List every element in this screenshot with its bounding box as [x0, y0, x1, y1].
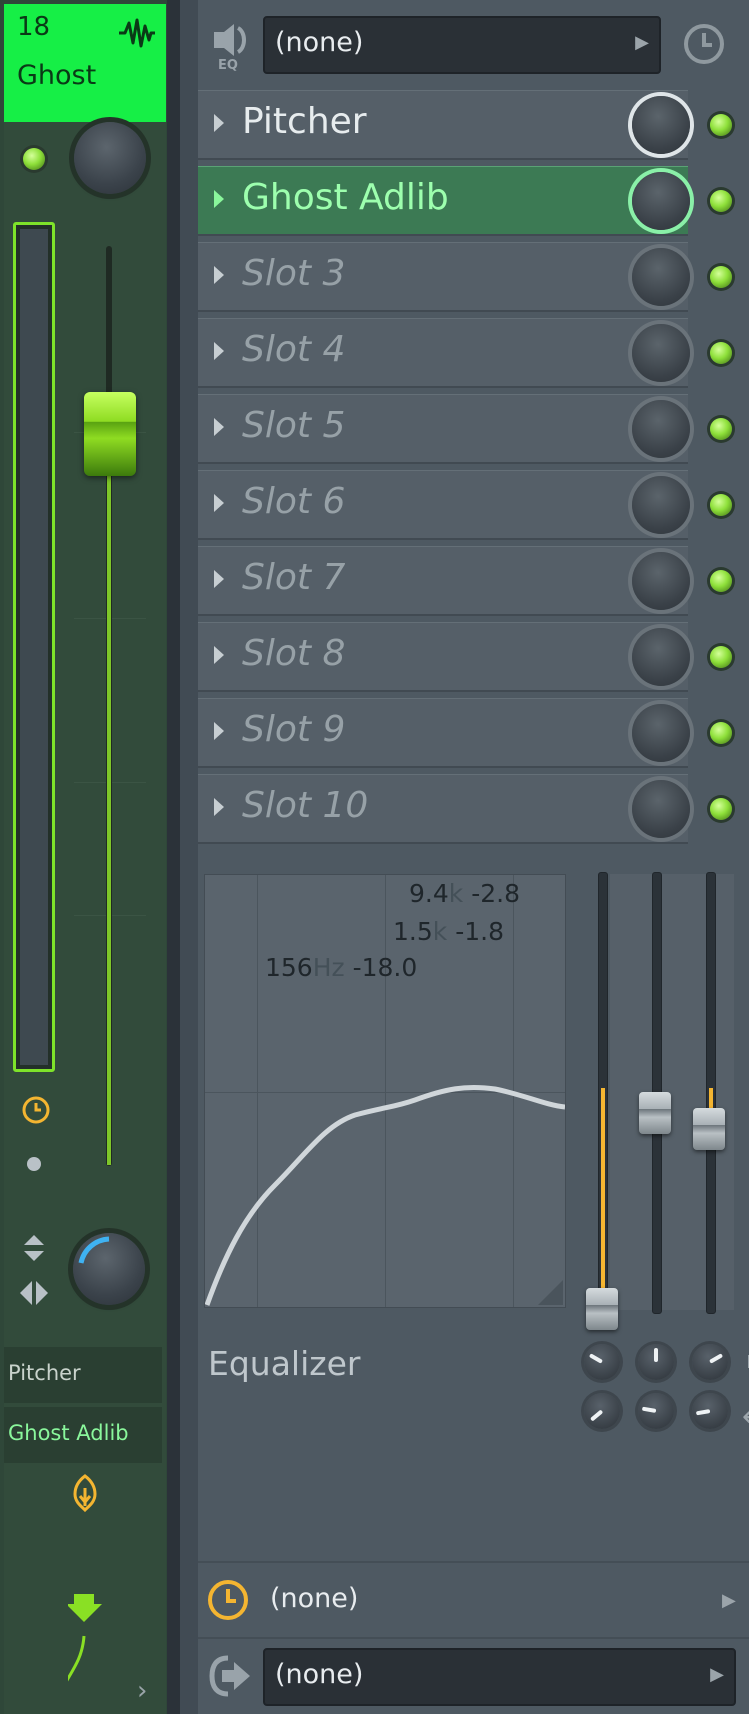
slot-mix-knob[interactable] [632, 324, 690, 382]
effect-slot-3[interactable]: Slot 3 [198, 242, 749, 312]
band-3-gain-handle[interactable] [693, 1108, 725, 1150]
slot-mix-knob[interactable] [632, 400, 690, 458]
band-3-label: 9.4k -2.8 [409, 879, 520, 908]
channel-name: Ghost [17, 60, 97, 91]
band-1-resonance-knob[interactable] [584, 1344, 620, 1380]
chevron-right-icon[interactable]: › [137, 1676, 147, 1706]
expand-icon[interactable] [214, 418, 224, 436]
channel-enable-led[interactable] [23, 148, 45, 170]
slot-enable-led[interactable] [710, 418, 732, 440]
equalizer-title: Equalizer [208, 1344, 361, 1383]
band-1-frequency-knob[interactable] [584, 1393, 620, 1429]
effects-panel: EQ (none) ▶ Pitcher Ghost Adlib Slot 3 S… [198, 0, 749, 1714]
slot-mix-knob[interactable] [632, 628, 690, 686]
slot-enable-led[interactable] [710, 494, 732, 516]
effect-slot-2[interactable]: Ghost Adlib [198, 166, 749, 236]
time-setting-value[interactable]: (none) [270, 1583, 358, 1614]
mixer-channel-strip: 18 Ghost Pitcher Ghost Adlib › [0, 0, 167, 1714]
effect-slot-6[interactable]: Slot 6 [198, 470, 749, 540]
record-dot[interactable] [27, 1157, 41, 1171]
routing-icon[interactable] [71, 1474, 99, 1514]
channel-number: 18 [17, 12, 51, 42]
band-2-frequency-knob[interactable] [638, 1393, 674, 1429]
slot-enable-led[interactable] [710, 722, 732, 744]
volume-fader-fill [107, 470, 111, 1165]
clock-icon[interactable] [206, 1578, 250, 1622]
effect-slot-7[interactable]: Slot 7 [198, 546, 749, 616]
volume-fader-handle[interactable] [84, 392, 136, 476]
channel-volume-knob[interactable] [74, 122, 146, 194]
slot-enable-led[interactable] [710, 266, 732, 288]
slot-mix-knob[interactable] [632, 248, 690, 306]
output-icon[interactable] [208, 1654, 254, 1698]
slot-enable-led[interactable] [710, 646, 732, 668]
slot-enable-led[interactable] [710, 190, 732, 212]
slot-mix-knob[interactable] [632, 552, 690, 610]
expand-icon[interactable] [214, 342, 224, 360]
expand-icon[interactable] [214, 646, 224, 664]
effect-slot-9[interactable]: Slot 9 [198, 698, 749, 768]
expand-icon[interactable] [214, 798, 224, 816]
eq-curve [205, 1085, 565, 1306]
strip-effect-slot[interactable]: Ghost Adlib [4, 1407, 162, 1463]
waveform-icon [119, 18, 155, 48]
preset-dropdown[interactable]: (none) ▶ [263, 16, 661, 74]
eq-graph[interactable]: 9.4k -2.8 1.5k -1.8 156Hz -18.0 [204, 874, 566, 1308]
band-2-label: 1.5k -1.8 [393, 917, 504, 946]
send-arrow-icon[interactable] [68, 1594, 168, 1714]
expand-icon[interactable] [214, 114, 224, 132]
band-2-gain-handle[interactable] [639, 1092, 671, 1134]
effect-slot-8[interactable]: Slot 8 [198, 622, 749, 692]
slot-enable-led[interactable] [710, 570, 732, 592]
slot-enable-led[interactable] [710, 798, 732, 820]
expand-icon[interactable] [214, 266, 224, 284]
caret-right-icon[interactable]: ▶ [722, 1590, 736, 1611]
caret-right-icon: ▶ [710, 1664, 724, 1685]
band-3-resonance-knob[interactable] [692, 1344, 728, 1380]
slot-mix-knob[interactable] [632, 780, 690, 838]
slot-enable-led[interactable] [710, 342, 732, 364]
expand-icon[interactable] [214, 570, 224, 588]
swap-updown-icon[interactable] [22, 1234, 46, 1262]
effect-slot-1[interactable]: Pitcher [198, 90, 749, 160]
slot-mix-knob[interactable] [632, 704, 690, 762]
output-dropdown[interactable]: (none) ▶ [263, 1648, 736, 1706]
eq-label: EQ [218, 58, 238, 73]
slot-mix-knob[interactable] [632, 172, 690, 230]
strip-effect-slot[interactable]: Pitcher [4, 1347, 162, 1403]
time-icon[interactable] [682, 22, 726, 66]
stereo-separation-icon[interactable] [18, 1279, 50, 1307]
band-1-label: 156Hz -18.0 [265, 953, 418, 982]
effect-slot-5[interactable]: Slot 5 [198, 394, 749, 464]
expand-icon[interactable] [214, 494, 224, 512]
clock-icon[interactable] [21, 1095, 51, 1125]
band-2-resonance-knob[interactable] [638, 1344, 674, 1380]
expand-icon[interactable] [214, 722, 224, 740]
expand-icon[interactable] [214, 190, 224, 208]
bandwidth-icon: ↔ [742, 1400, 749, 1433]
caret-right-icon: ▶ [635, 32, 649, 53]
pan-arc [78, 1236, 110, 1264]
slot-mix-knob[interactable] [632, 476, 690, 534]
band-3-frequency-knob[interactable] [692, 1393, 728, 1429]
effect-slot-10[interactable]: Slot 10 [198, 774, 749, 844]
band-1-gain-handle[interactable] [586, 1288, 618, 1330]
effect-slot-4[interactable]: Slot 4 [198, 318, 749, 388]
slot-mix-knob[interactable] [632, 96, 690, 154]
slot-enable-led[interactable] [710, 114, 732, 136]
peak-meter [13, 222, 55, 1072]
channel-header[interactable]: 18 Ghost [4, 4, 166, 122]
